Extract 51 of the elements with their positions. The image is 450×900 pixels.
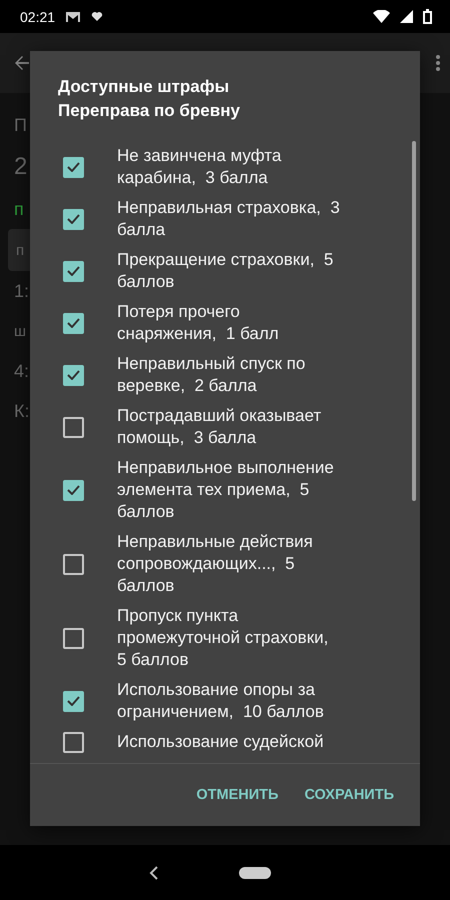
penalty-label: Неправильная страховка, 3 балла bbox=[117, 197, 340, 241]
checkbox[interactable] bbox=[63, 208, 84, 230]
dialog-subtitle: Переправа по бревну bbox=[58, 100, 241, 122]
penalty-label: Неправильное выполнение элемента тех приема, 5 баллов bbox=[117, 457, 334, 523]
checkmark-icon bbox=[67, 318, 80, 328]
background-text: К: bbox=[14, 400, 30, 422]
signal-icon bbox=[400, 10, 413, 23]
checkbox[interactable] bbox=[63, 732, 84, 752]
penalty-label: Использование судейской bbox=[117, 731, 324, 753]
background-text: 1: bbox=[14, 280, 30, 302]
checkbox[interactable] bbox=[63, 156, 84, 178]
heart-icon bbox=[91, 11, 104, 22]
penalty-label: Пропуск пункта промежуточной страховки, 5 баллов bbox=[117, 605, 328, 671]
checkbox[interactable] bbox=[63, 628, 84, 648]
save-button[interactable]: СОХРАНИТЬ bbox=[294, 779, 404, 811]
background-text: 4: bbox=[14, 360, 30, 382]
background-text: П bbox=[14, 114, 27, 136]
checkbox[interactable] bbox=[63, 690, 84, 712]
penalty-label: Использование опоры за ограничением, 10 баллов bbox=[117, 679, 324, 723]
battery-icon bbox=[423, 9, 432, 24]
checkmark-icon bbox=[67, 214, 80, 224]
checkbox[interactable] bbox=[63, 312, 84, 334]
checkmark-icon bbox=[67, 370, 80, 380]
checkmark-icon bbox=[67, 162, 80, 172]
checkmark-icon bbox=[67, 696, 80, 706]
scrollbar[interactable] bbox=[412, 141, 416, 501]
back-arrow-icon[interactable] bbox=[14, 55, 30, 71]
penalty-label: Прекращение страховки, 5 баллов bbox=[117, 249, 334, 293]
home-pill-icon[interactable] bbox=[239, 866, 271, 878]
cancel-button[interactable]: ОТМЕНИТЬ bbox=[186, 779, 288, 811]
wifi-icon bbox=[373, 10, 390, 23]
checkbox[interactable] bbox=[63, 416, 84, 438]
background-text: ш bbox=[14, 322, 26, 342]
more-icon[interactable] bbox=[436, 55, 440, 71]
status-time: 02:21 bbox=[20, 8, 56, 24]
checkbox[interactable] bbox=[63, 260, 84, 282]
checkmark-icon bbox=[67, 485, 80, 495]
background-text: 2 bbox=[14, 152, 28, 182]
back-nav-icon[interactable] bbox=[149, 866, 159, 880]
dialog-title: Доступные штрафы bbox=[58, 76, 230, 98]
penalty-label: Не завинчена муфта карабина, 3 балла bbox=[117, 145, 282, 189]
penalty-label: Неправильный спуск по веревке, 2 балла bbox=[117, 353, 306, 397]
checkbox[interactable] bbox=[63, 480, 84, 500]
penalty-label: Неправильные действия сопровождающих..., 5 баллов bbox=[117, 531, 313, 597]
mail-icon bbox=[65, 10, 82, 22]
penalty-label: Пострадавший оказывает помощь, 3 балла bbox=[117, 405, 322, 449]
checkbox[interactable] bbox=[63, 554, 84, 574]
penalty-label: Потеря прочего снаряжения, 1 балл bbox=[117, 301, 279, 345]
checkmark-icon bbox=[67, 266, 80, 276]
background-text: п bbox=[14, 198, 24, 220]
checkbox[interactable] bbox=[63, 364, 84, 386]
